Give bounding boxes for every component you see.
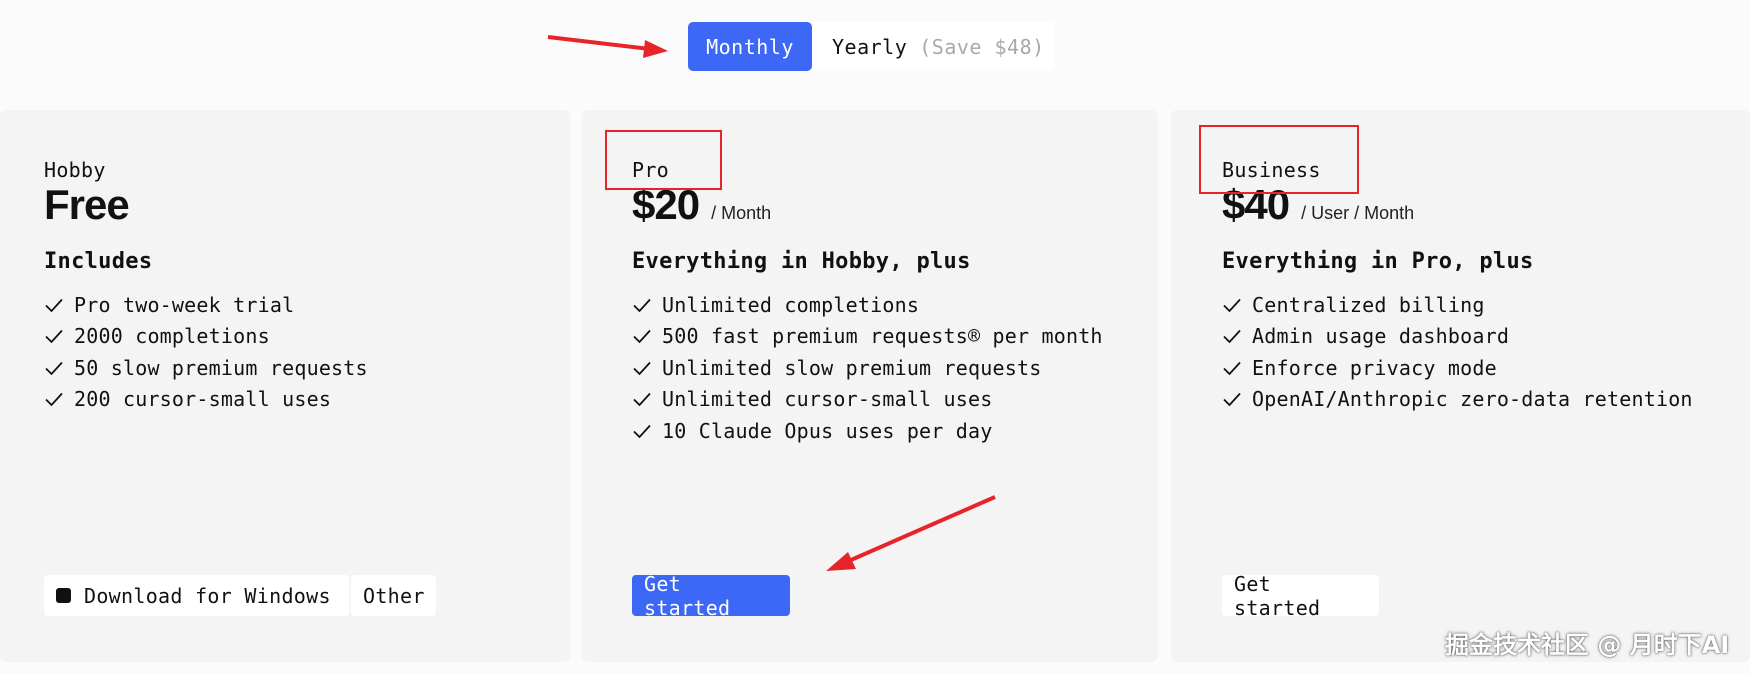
check-icon — [1223, 361, 1241, 376]
check-icon — [1223, 298, 1241, 313]
annotation-box-business — [1199, 125, 1359, 194]
feature-text: 500 fast premium requests® per month — [662, 324, 1103, 349]
check-icon — [45, 298, 63, 313]
feature-text: Enforce privacy mode — [1252, 355, 1497, 380]
monthly-toggle-button[interactable]: Monthly — [688, 22, 812, 71]
list-item: 500 fast premium requests® per month — [632, 321, 1103, 353]
annotation-box-pro — [605, 130, 722, 190]
red-arrow-icon — [547, 35, 668, 58]
feature-text: 50 slow premium requests — [74, 355, 368, 380]
check-icon — [45, 361, 63, 376]
business-get-started-button[interactable]: Get started — [1222, 572, 1379, 620]
feature-list-pro: Unlimited completions 500 fast premium r… — [632, 289, 1103, 447]
feature-list-business: Centralized billing Admin usage dashboar… — [1222, 289, 1693, 415]
button-label: Get started — [644, 571, 731, 620]
list-item: 200 cursor-small uses — [44, 384, 368, 416]
check-icon — [633, 361, 651, 376]
list-item: 50 slow premium requests — [44, 352, 368, 384]
list-item: OpenAI/Anthropic zero-data retention — [1222, 384, 1693, 416]
features-title-pro: Everything in Hobby, plus — [632, 249, 971, 274]
plan-price-row-hobby: Free — [44, 180, 130, 230]
feature-text: 200 cursor-small uses — [74, 387, 332, 412]
list-item: 2000 completions — [44, 321, 368, 353]
download-windows-button[interactable]: Download for Windows — [44, 575, 349, 616]
feature-text: 10 Claude Opus uses per day — [662, 418, 993, 443]
list-item: 10 Claude Opus uses per day — [632, 415, 1103, 447]
feature-list-hobby: Pro two-week trial 2000 completions 50 s… — [44, 289, 368, 415]
list-item: Unlimited completions — [632, 289, 1103, 321]
feature-text: Unlimited cursor-small uses — [662, 387, 993, 412]
plan-price-hobby: Free — [44, 181, 130, 228]
button-label: Download for Windows — [84, 583, 331, 608]
yearly-toggle-button[interactable]: Yearly (Save $48) — [832, 22, 1045, 71]
plan-price-unit-business: / User / Month — [1301, 203, 1415, 223]
watermark: 掘金技术社区 @ 月时下AI — [1445, 631, 1730, 659]
check-icon — [633, 393, 651, 407]
check-icon — [45, 393, 63, 407]
feature-text: OpenAI/Anthropic zero-data retention — [1252, 387, 1693, 412]
yearly-save-note: (Save $48) — [919, 34, 1045, 59]
features-title-hobby: Includes — [44, 249, 153, 274]
feature-text: Unlimited slow premium requests — [662, 355, 1042, 380]
feature-text: Centralized billing — [1252, 292, 1485, 317]
check-icon — [633, 330, 651, 344]
pro-get-started-button[interactable]: Get started — [632, 572, 790, 620]
check-icon — [1223, 393, 1241, 407]
yearly-label: Yearly — [832, 34, 908, 59]
features-title-business: Everything in Pro, plus — [1222, 249, 1534, 274]
list-item: Enforce privacy mode — [1222, 352, 1693, 384]
check-icon — [633, 298, 651, 313]
billing-period-toggle: Monthly Yearly (Save $48) — [688, 22, 1055, 71]
check-icon — [633, 424, 651, 439]
button-label: Get started — [1234, 571, 1321, 620]
list-item: Pro two-week trial — [44, 289, 368, 321]
check-icon — [45, 330, 63, 344]
list-item: Centralized billing — [1222, 289, 1693, 321]
feature-text: 2000 completions — [74, 324, 270, 349]
check-icon — [1223, 330, 1241, 344]
windows-icon — [56, 588, 71, 603]
list-item: Admin usage dashboard — [1222, 321, 1693, 353]
list-item: Unlimited cursor-small uses — [632, 384, 1103, 416]
feature-text: Admin usage dashboard — [1252, 324, 1510, 349]
download-other-button[interactable]: Other — [351, 575, 436, 616]
feature-text: Unlimited completions — [662, 292, 920, 317]
plan-price-unit-pro: / Month — [711, 203, 772, 223]
button-label: Other — [363, 583, 425, 608]
plan-name-hobby: Hobby — [44, 158, 106, 182]
feature-text: Pro two-week trial — [74, 292, 295, 317]
list-item: Unlimited slow premium requests — [632, 352, 1103, 384]
